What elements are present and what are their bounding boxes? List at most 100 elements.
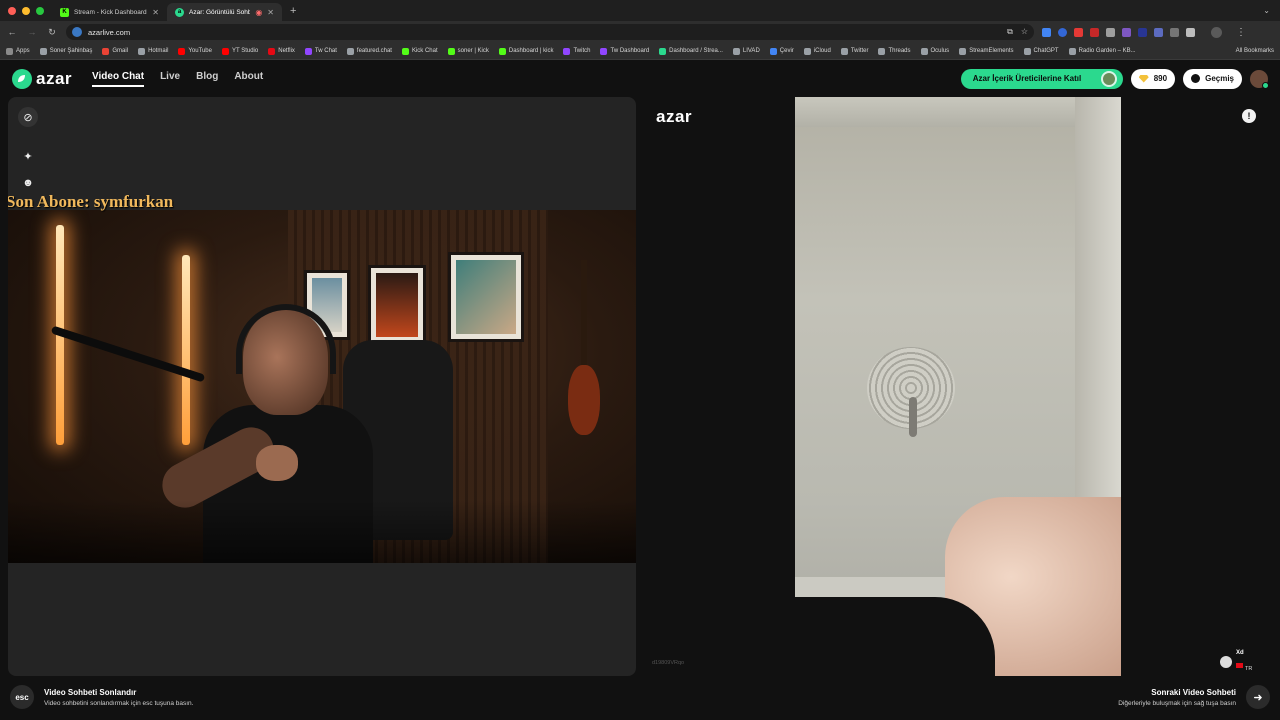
extension-icon[interactable] <box>1074 27 1083 37</box>
extension-icon[interactable] <box>1138 27 1147 37</box>
bookmark-item[interactable]: YouTube <box>178 47 212 55</box>
install-icon[interactable]: ⧉ <box>1007 27 1013 37</box>
bookmark-label: featured.chat <box>356 48 392 54</box>
azar-watermark: azar <box>656 107 693 126</box>
bookmark-item[interactable]: Çevir <box>769 47 794 55</box>
next-chat-description: Diğerleriyle buluşmak için sağ tuşa bası… <box>1118 700 1236 707</box>
creator-program-button[interactable]: Azar İçerik Üreticilerine Katıl <box>960 68 1123 89</box>
bookmark-favicon-icon <box>221 47 229 55</box>
bookmark-item[interactable]: Dashboard | kick <box>498 47 553 55</box>
bookmark-label: iCloud <box>813 48 831 54</box>
bookmark-item[interactable]: Soner Şahinbaş <box>39 47 92 55</box>
site-info-icon[interactable] <box>72 27 82 37</box>
bookmark-item[interactable]: Hotmail <box>138 47 168 55</box>
browser-tab-kick[interactable]: K Stream - Kick Dashboard ✕ <box>52 3 167 21</box>
bookmark-item[interactable]: LIVAD <box>732 47 760 55</box>
bookmark-item[interactable]: Dashboard / Strea... <box>659 47 723 55</box>
end-chat-description: Video sohbetini sonlandırmak için esc tu… <box>44 700 194 707</box>
close-tab-icon[interactable]: ✕ <box>267 8 274 17</box>
bookmark-favicon-icon <box>401 47 409 55</box>
bookmark-favicon-icon <box>840 47 848 55</box>
extension-icon[interactable] <box>1058 27 1067 37</box>
new-tab-button[interactable]: + <box>282 5 304 21</box>
local-video-panel: ⊘ ✦ ☻ Son Abone: symfurkan <box>8 97 636 676</box>
bookmark-label: ChatGPT <box>1033 48 1059 54</box>
peer-info[interactable]: Xd TR <box>1220 650 1252 675</box>
bookmark-item[interactable]: Oculus <box>920 47 949 55</box>
extension-icon[interactable] <box>1106 27 1115 37</box>
remote-video-feed <box>795 97 1121 676</box>
address-bar[interactable]: azarlive.com ⧉ ☆ <box>66 24 1034 40</box>
bookmark-item[interactable]: featured.chat <box>346 47 392 55</box>
forward-icon[interactable]: → <box>26 27 38 37</box>
history-button[interactable]: Geçmiş <box>1183 68 1242 89</box>
report-icon[interactable]: ! <box>1242 109 1256 123</box>
bookmark-item[interactable]: Radio Garden – KB... <box>1068 47 1136 55</box>
last-subscriber-overlay: Son Abone: symfurkan <box>8 192 174 211</box>
bookmark-item[interactable]: ChatGPT <box>1023 47 1059 55</box>
arrow-right-icon[interactable]: ➜ <box>1246 685 1270 709</box>
profile-avatar[interactable] <box>1211 26 1222 38</box>
extension-icon[interactable] <box>1154 27 1163 37</box>
peer-avatar <box>1220 656 1232 669</box>
effects-sparkle-icon[interactable]: ✦ <box>18 146 38 166</box>
browser-toolbar: ← → ↻ azarlive.com ⧉ ☆ ⋮ <box>0 21 1280 43</box>
puzzle-icon[interactable] <box>1186 27 1195 37</box>
bookmarks-bar: Apps Soner Şahinbaş Gmail Hotmail YouTube YT … <box>0 43 1280 60</box>
close-tab-icon[interactable]: ✕ <box>152 8 159 17</box>
nav-blog[interactable]: Blog <box>196 71 218 87</box>
bookmark-item[interactable]: Twitter <box>840 47 869 55</box>
tab-search-icon[interactable]: ⌄ <box>1253 6 1280 21</box>
reload-icon[interactable]: ↻ <box>46 27 58 38</box>
user-avatar[interactable] <box>1250 69 1269 89</box>
maximize-window-button[interactable] <box>36 7 44 15</box>
header-actions: Azar İçerik Üreticilerine Katıl 890 Geçm… <box>960 68 1269 89</box>
bookmark-item[interactable]: iCloud <box>803 47 831 55</box>
minimize-window-button[interactable] <box>22 7 30 15</box>
bookmark-item[interactable]: Kick Chat <box>401 47 438 55</box>
bookmark-item[interactable]: soner | Kick <box>447 47 489 55</box>
bookmark-favicon-icon <box>732 47 740 55</box>
bookmark-label: Kick Chat <box>411 48 438 54</box>
nav-about[interactable]: About <box>234 71 263 87</box>
close-window-button[interactable] <box>8 7 16 15</box>
nav-video-chat[interactable]: Video Chat <box>92 71 145 87</box>
gems-button[interactable]: 890 <box>1130 68 1176 89</box>
bookmark-label: Radio Garden – KB... <box>1078 48 1136 54</box>
hide-camera-icon[interactable]: ⊘ <box>18 107 38 127</box>
bookmark-item[interactable]: Netflix <box>268 47 295 55</box>
azar-logo[interactable]: azar <box>12 68 72 89</box>
bookmark-item[interactable]: Apps <box>6 47 30 55</box>
bookmark-item[interactable]: Tw Chat <box>304 47 337 55</box>
bookmark-item[interactable]: StreamElements <box>959 47 1014 55</box>
bookmark-label: Twitter <box>850 48 869 54</box>
bookmark-favicon-icon <box>659 47 667 55</box>
bookmark-item[interactable]: Tw Dashboard <box>600 47 649 55</box>
bookmark-item[interactable]: Gmail <box>102 47 129 55</box>
bookmark-star-icon[interactable]: ☆ <box>1021 27 1028 37</box>
extension-icon[interactable] <box>1170 27 1179 37</box>
bookmark-item[interactable]: YT Studio <box>221 47 258 55</box>
all-bookmarks-button[interactable]: All Bookmarks <box>1236 48 1274 54</box>
nav-live[interactable]: Live <box>160 71 180 87</box>
clock-icon <box>1191 74 1201 83</box>
face-filter-icon[interactable]: ☻ <box>18 173 38 193</box>
window-controls <box>0 7 52 21</box>
end-chat-button[interactable]: esc <box>10 685 34 709</box>
bookmark-label: Gmail <box>112 48 129 54</box>
browser-tab-azar[interactable]: a Azar: Görüntülü Sohbet, / ◉ ✕ <box>167 3 282 21</box>
menu-icon[interactable]: ⋮ <box>1236 27 1246 38</box>
gems-count: 890 <box>1153 74 1168 83</box>
kick-icon: K <box>60 7 69 17</box>
history-label: Geçmiş <box>1205 74 1234 83</box>
url-text: azarlive.com <box>88 27 131 37</box>
gem-icon <box>1138 74 1149 83</box>
bookmark-favicon-icon <box>769 47 777 55</box>
back-icon[interactable]: ← <box>6 27 18 37</box>
extension-icon[interactable] <box>1122 27 1131 37</box>
extension-icon[interactable] <box>1090 27 1099 37</box>
extension-icon[interactable] <box>1042 27 1051 37</box>
bookmark-item[interactable]: Twitch <box>563 47 590 55</box>
end-chat-title: Video Sohbeti Sonlandır <box>44 688 137 697</box>
bookmark-item[interactable]: Threads <box>878 47 911 55</box>
